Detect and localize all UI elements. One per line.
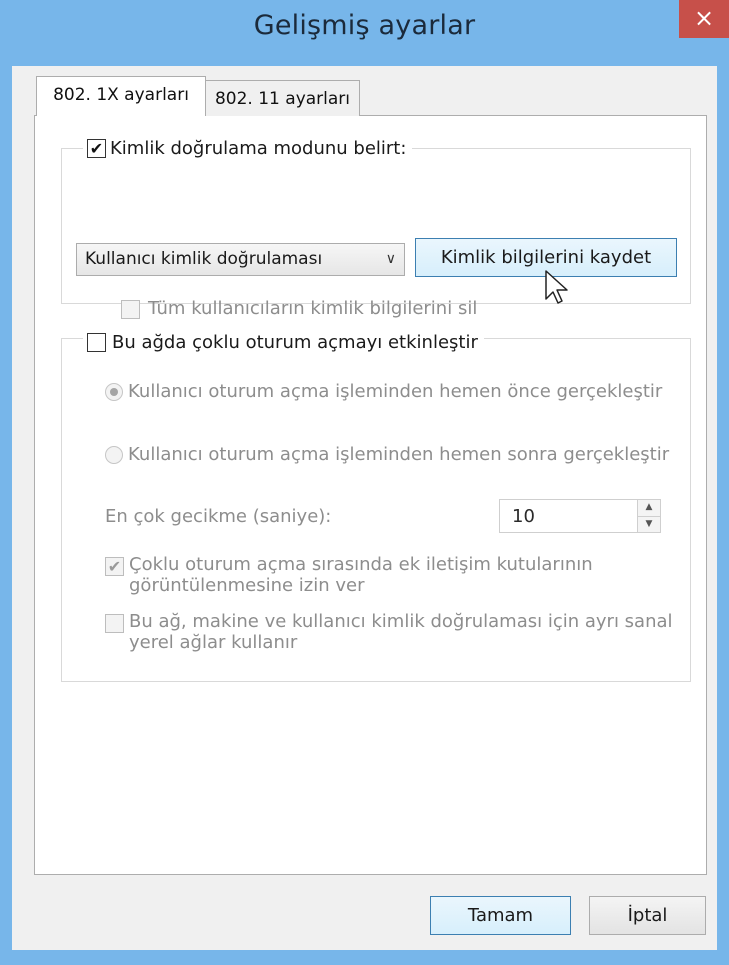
auth-mode-group	[61, 148, 691, 304]
sso-after-logon-row: Kullanıcı oturum açma işleminden hemen s…	[105, 444, 669, 465]
max-delay-label: En çok gecikme (saniye):	[105, 506, 332, 527]
window-title: Gelişmiş ayarlar	[253, 10, 476, 41]
dialog-client-area: 802. 1X ayarları 802. 11 ayarları ✔ Kiml…	[12, 66, 717, 950]
close-button[interactable]: ×	[679, 0, 729, 38]
separate-vlans-label-line1: Bu ağ, makine ve kullanıcı kimlik doğrul…	[129, 611, 673, 632]
sso-after-logon-label: Kullanıcı oturum açma işleminden hemen s…	[128, 444, 670, 465]
sso-enable-checkbox[interactable]	[87, 332, 106, 352]
delete-all-credentials-checkbox[interactable]	[121, 300, 140, 319]
delete-all-credentials-row: Tüm kullanıcıların kimlik bilgilerini si…	[121, 298, 477, 319]
auth-mode-checkbox[interactable]: ✔	[87, 138, 106, 158]
spinner-up-icon[interactable]: ▲	[638, 500, 660, 516]
allow-dialogs-checkbox[interactable]: ✔	[105, 557, 124, 576]
checkmark-icon: ✔	[107, 557, 122, 576]
sso-legend: Bu ağda çoklu oturum açmayı etkinleştir	[83, 328, 484, 356]
spinner-buttons: ▲ ▼	[637, 500, 660, 532]
ok-button-label: Tamam	[467, 905, 534, 926]
auth-mode-select-value: Kullanıcı kimlik doğrulaması	[85, 249, 323, 269]
sso-before-logon-radio[interactable]	[105, 383, 123, 401]
sso-enable-label: Bu ağda çoklu oturum açmayı etkinleştir	[112, 331, 478, 353]
radio-selected-dot	[110, 388, 118, 396]
dialog-window: Gelişmiş ayarlar × 802. 1X ayarları 802.…	[0, 0, 729, 965]
sso-after-logon-radio[interactable]	[105, 446, 123, 464]
allow-dialogs-row: ✔ Çoklu oturum açma sırasında ek iletişi…	[105, 554, 593, 596]
auth-mode-select[interactable]: Kullanıcı kimlik doğrulaması ∨	[76, 243, 405, 276]
close-icon: ×	[693, 4, 715, 32]
ok-button[interactable]: Tamam	[430, 896, 571, 935]
tab-panel: ✔ Kimlik doğrulama modunu belirt: Kullan…	[34, 115, 707, 875]
allow-dialogs-label-line1: Çoklu oturum açma sırasında ek iletişim …	[129, 554, 593, 575]
tab-label: 802. 1X ayarları	[53, 85, 189, 105]
delete-all-credentials-label: Tüm kullanıcıların kimlik bilgilerini si…	[148, 298, 478, 319]
tab-80211-settings[interactable]: 802. 11 ayarları	[205, 80, 360, 116]
save-credentials-label: Kimlik bilgilerini kaydet	[440, 247, 652, 268]
separate-vlans-row: Bu ağ, makine ve kullanıcı kimlik doğrul…	[105, 611, 673, 653]
tab-8021x-settings[interactable]: 802. 1X ayarları	[36, 76, 206, 116]
sso-before-logon-row: Kullanıcı oturum açma işleminden hemen ö…	[105, 381, 662, 402]
separate-vlans-label-line2: yerel ağlar kullanır	[129, 632, 298, 653]
tab-label: 802. 11 ayarları	[214, 89, 351, 109]
title-bar[interactable]: Gelişmiş ayarlar ×	[0, 0, 729, 66]
cancel-button-label: İptal	[627, 905, 668, 926]
checkmark-icon: ✔	[89, 138, 104, 158]
mouse-cursor-icon	[545, 270, 568, 304]
allow-dialogs-label-line2: görüntülenmesine izin ver	[129, 575, 365, 596]
max-delay-spinner[interactable]: 10 ▲ ▼	[499, 499, 661, 533]
cancel-button[interactable]: İptal	[589, 896, 706, 935]
separate-vlans-checkbox[interactable]	[105, 614, 124, 633]
auth-mode-legend: ✔ Kimlik doğrulama modunu belirt:	[83, 134, 413, 162]
max-delay-value: 10	[512, 506, 535, 527]
spinner-down-icon[interactable]: ▼	[638, 515, 660, 532]
sso-before-logon-label: Kullanıcı oturum açma işleminden hemen ö…	[128, 381, 663, 402]
auth-mode-label: Kimlik doğrulama modunu belirt:	[110, 137, 407, 159]
max-delay-row: En çok gecikme (saniye):	[105, 506, 331, 527]
chevron-down-icon: ∨	[385, 251, 396, 267]
